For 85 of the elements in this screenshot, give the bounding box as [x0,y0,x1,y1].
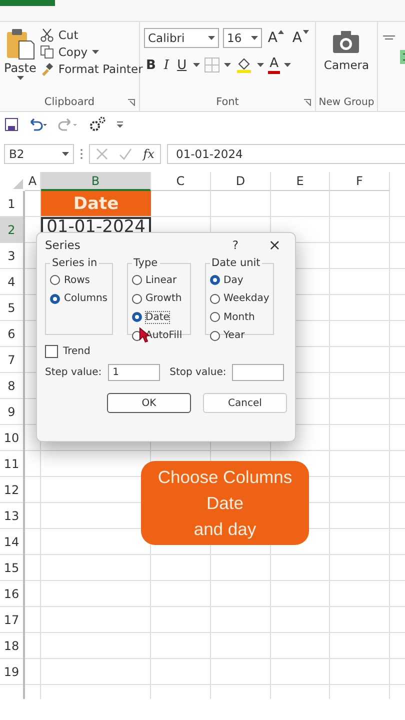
formula-field[interactable]: 01-01-2024 [167,144,405,164]
caret-icon[interactable] [256,62,264,68]
column-header[interactable]: B [41,172,151,191]
row-header[interactable]: 16 [0,581,23,607]
caret-icon [250,36,258,40]
paste-button[interactable]: Paste [4,28,36,93]
help-button[interactable]: ? [232,238,238,252]
radio-option[interactable]: Month [210,308,270,326]
scissors-icon [40,28,54,42]
group-title: Date unit [210,257,262,269]
customize-caret-icon[interactable] [116,120,124,128]
copy-button[interactable]: Copy [40,45,143,59]
copy-icon [40,45,54,59]
splitter-icon[interactable] [80,148,83,160]
format-painter-button[interactable]: Format Painter [40,62,143,76]
row-header[interactable]: 18 [0,633,23,659]
row-header[interactable]: 2 [0,217,23,243]
caption-text: Choose Columns Date and day [158,466,292,541]
radio-option[interactable]: Columns [50,290,108,308]
trend-checkbox[interactable]: Trend [45,345,287,358]
row-header[interactable]: 7 [0,347,23,373]
caret-icon [208,36,216,40]
row-header[interactable]: 13 [0,503,23,529]
group-label: Font [216,96,239,108]
row-header[interactable]: 6 [0,321,23,347]
bold-button[interactable]: B [144,58,158,72]
group-label: New Group [318,96,374,108]
camera-button[interactable]: Camera [324,28,370,93]
row-header[interactable]: 17 [0,607,23,633]
name-box[interactable]: B2 [4,144,74,164]
close-button[interactable]: × [268,236,281,254]
field-label: Stop value: [170,367,226,378]
row-header[interactable]: 10 [0,425,23,451]
field-label: Step value: [45,367,102,378]
row-header[interactable]: 15 [0,555,23,581]
row-header[interactable]: 9 [0,399,23,425]
cancel-button[interactable]: Cancel [203,393,287,413]
caret-icon[interactable] [92,50,99,54]
clipboard-icon [5,28,36,60]
stop-value-field[interactable] [232,364,284,381]
row-header[interactable]: 19 [0,659,23,685]
caret-icon[interactable] [224,62,231,68]
radio-option[interactable]: Linear [132,271,186,290]
radio-option[interactable]: Year [210,326,270,345]
fill-color-icon[interactable] [234,56,253,74]
undo-icon[interactable] [28,118,48,130]
shrink-font-button[interactable]: A [290,30,311,46]
row-header[interactable]: 4 [0,269,23,295]
dialog-launcher-icon[interactable] [128,98,135,106]
dialog-launcher-icon[interactable] [304,98,311,106]
caret-icon [62,152,69,156]
radio-option[interactable]: Weekday [210,290,270,308]
gear-icon[interactable] [88,116,106,132]
font-size-dropdown[interactable]: 16 [223,28,262,48]
italic-button[interactable]: I [162,58,172,72]
caret-icon[interactable] [16,76,24,81]
underline-button[interactable]: U [175,58,189,72]
row-header[interactable]: 5 [0,295,23,321]
radio-option[interactable]: Date [132,308,186,326]
row-header[interactable]: 8 [0,373,23,399]
font-color-button[interactable]: A [268,56,280,74]
group-title: Series in [51,257,98,269]
row-header[interactable]: 14 [0,529,23,555]
radio-option[interactable]: Rows [50,271,108,290]
step-value-field[interactable]: 1 [108,364,160,381]
insert-function-button[interactable]: fx [143,147,154,161]
caret-icon[interactable] [284,62,292,68]
font-name-dropdown[interactable]: Calibri [144,28,220,48]
save-icon[interactable] [5,118,18,130]
grow-font-button[interactable]: A [266,30,286,46]
radio-option[interactable]: Growth [132,290,186,308]
ok-button[interactable]: OK [107,393,191,413]
group-title: Type [132,257,159,269]
row-header[interactable]: 3 [0,243,23,269]
row-header[interactable]: 1 [0,191,23,217]
tab-indicator [0,0,55,6]
caret-icon[interactable] [192,62,200,68]
camera-icon [332,30,360,54]
row-header[interactable]: 11 [0,451,23,477]
brush-icon [40,62,54,76]
group-label: Clipboard [44,96,95,108]
cut-button[interactable]: Cut [40,28,143,42]
table-cell: Date [41,191,151,216]
row-header[interactable]: 12 [0,477,23,503]
radio-option[interactable]: Day [210,271,270,290]
